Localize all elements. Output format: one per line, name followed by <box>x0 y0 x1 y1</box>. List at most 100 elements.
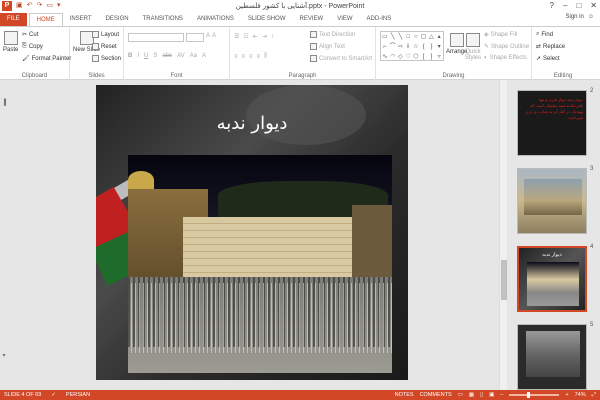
arrow-right-shape-icon[interactable]: ⇨ <box>397 42 405 52</box>
vertical-scrollbar[interactable] <box>499 80 507 390</box>
comments-button[interactable]: COMMENTS <box>420 390 452 400</box>
callout-shape-icon[interactable]: ◇ <box>397 52 405 62</box>
scroll-down-arrow-icon[interactable]: ▾ <box>0 352 8 359</box>
hex-shape-icon[interactable]: ⬡ <box>412 52 420 62</box>
slide-sorter-icon[interactable]: ▦ <box>469 390 474 400</box>
find-button[interactable]: ⌕ Find <box>536 31 553 38</box>
text-direction-button[interactable]: Text Direction <box>310 31 355 38</box>
rect-shape-icon[interactable]: □ <box>404 32 412 42</box>
reading-view-icon[interactable]: ▯ <box>480 390 483 400</box>
line-spacing-icon[interactable]: ↕ <box>271 34 274 40</box>
line2-shape-icon[interactable]: ╲ <box>397 32 405 42</box>
tab-home[interactable]: HOME <box>28 13 63 26</box>
convert-smartart-button[interactable]: Convert to SmartArt <box>310 55 372 62</box>
numbering-icon[interactable]: ☷ <box>243 33 248 40</box>
tab-add-ins[interactable]: ADD-INS <box>360 13 399 26</box>
select-button[interactable]: ➚ Select <box>536 55 560 63</box>
tab-view[interactable]: VIEW <box>330 13 359 26</box>
arrow-down-shape-icon[interactable]: ⇩ <box>404 42 412 52</box>
arc-shape-icon[interactable]: ◠ <box>389 52 397 62</box>
decrease-font-icon[interactable]: A <box>212 33 216 39</box>
increase-indent-icon[interactable]: ⇥ <box>262 33 267 40</box>
notes-button[interactable]: NOTES <box>395 390 414 400</box>
character-spacing-button[interactable]: AV <box>177 53 185 59</box>
strikethrough-button[interactable]: abc <box>162 53 172 59</box>
italic-button[interactable]: I <box>137 53 139 59</box>
bullets-icon[interactable]: ☰ <box>234 33 239 40</box>
bracket2-shape-icon[interactable]: ] <box>428 52 436 62</box>
oval-shape-icon[interactable]: ○ <box>412 32 420 42</box>
columns-icon[interactable]: ⫼ <box>264 53 267 60</box>
zoom-out-button[interactable]: – <box>500 390 503 400</box>
shape-fill-button[interactable]: ◈ Shape Fill <box>484 31 517 39</box>
slide-title[interactable]: دیوار ندبه <box>96 113 408 134</box>
shadow-button[interactable]: S <box>153 53 157 59</box>
reset-button[interactable]: Reset <box>92 43 117 50</box>
shapes-gallery[interactable]: ▭ ╲ ╲ □ ○ ▢ △ ▴ ⌐ ⌒ ⇨ ⇩ ☆ { } ▾ ∿ ◠ ◇ ♡ … <box>380 31 444 61</box>
underline-button[interactable]: U <box>144 53 148 59</box>
paste-button[interactable]: Paste <box>3 31 18 53</box>
slide-thumbnail-4[interactable]: دیوار ندبه <box>517 246 587 312</box>
gallery-up-icon[interactable]: ▴ <box>435 32 443 42</box>
replace-button[interactable]: ⇄ Replace <box>536 43 565 51</box>
tab-transitions[interactable]: TRANSITIONS <box>136 13 190 26</box>
bold-button[interactable]: B <box>128 53 132 59</box>
decrease-indent-icon[interactable]: ⇤ <box>253 33 258 40</box>
change-case-button[interactable]: Aa <box>190 53 197 59</box>
star-shape-icon[interactable]: ☆ <box>412 42 420 52</box>
align-center-icon[interactable]: ≡ <box>242 54 246 60</box>
fit-to-window-icon[interactable]: ⤢ <box>592 390 596 400</box>
increase-font-icon[interactable]: A <box>206 33 210 39</box>
quick-styles-button[interactable]: Quick Styles <box>464 33 482 61</box>
spellcheck-icon[interactable]: ✓ <box>51 390 56 400</box>
align-left-icon[interactable]: ≡ <box>234 54 238 60</box>
close-button[interactable]: ✕ <box>590 1 597 10</box>
elbow-shape-icon[interactable]: ⌐ <box>381 42 389 52</box>
zoom-slider-thumb[interactable] <box>527 392 531 398</box>
tab-insert[interactable]: INSERT <box>63 13 99 26</box>
font-size-combo[interactable] <box>186 33 204 42</box>
brace2-shape-icon[interactable]: } <box>428 42 436 52</box>
align-text-button[interactable]: Align Text <box>310 43 345 50</box>
signin-link[interactable]: Sign in <box>566 14 584 20</box>
format-painter-button[interactable]: 🖌 Format Painter <box>22 55 71 63</box>
shape-effects-button[interactable]: ◐ Shape Effects <box>484 55 527 61</box>
tab-design[interactable]: DESIGN <box>99 13 136 26</box>
font-color-button[interactable]: A <box>202 53 206 59</box>
zoom-slider[interactable] <box>509 392 560 398</box>
slideshow-view-icon[interactable]: ▣ <box>489 390 494 400</box>
section-button[interactable]: Section <box>92 55 121 62</box>
zoom-level[interactable]: 74% <box>575 390 586 400</box>
font-name-combo[interactable] <box>128 33 184 42</box>
bracket-shape-icon[interactable]: [ <box>420 52 428 62</box>
cut-button[interactable]: ✂ Cut <box>22 31 38 39</box>
tab-file[interactable]: FILE <box>0 13 27 26</box>
align-right-icon[interactable]: ≡ <box>249 54 253 60</box>
gallery-more-icon[interactable]: ▿ <box>435 52 443 62</box>
current-slide[interactable]: دیوار ندبه <box>96 85 408 380</box>
slide-thumbnail-3[interactable] <box>517 168 587 234</box>
language-indicator[interactable]: PERSIAN <box>66 390 90 400</box>
curve-shape-icon[interactable]: ⌒ <box>389 42 397 52</box>
help-button[interactable]: ? <box>550 1 554 10</box>
slide-thumbnail-2[interactable]: دیوار ندبه دیوار غربی و تنها باقی‌مانده … <box>517 90 587 156</box>
western-wall-photo[interactable] <box>128 155 392 373</box>
copy-button[interactable]: ⎘ Copy <box>22 43 43 50</box>
minimize-button[interactable]: – <box>563 1 567 10</box>
layout-button[interactable]: Layout <box>92 31 119 38</box>
wave-shape-icon[interactable]: ∿ <box>381 52 389 62</box>
justify-icon[interactable]: ≡ <box>257 54 261 60</box>
textbox-shape-icon[interactable]: ▭ <box>381 32 389 42</box>
collapse-pane-icon[interactable]: ▐ <box>0 100 8 106</box>
normal-view-icon[interactable]: ▭ <box>458 390 463 400</box>
maximize-button[interactable]: □ <box>576 1 581 10</box>
zoom-in-button[interactable]: + <box>565 390 568 400</box>
tab-animations[interactable]: ANIMATIONS <box>190 13 241 26</box>
rounded-rect-icon[interactable]: ▢ <box>420 32 428 42</box>
triangle-shape-icon[interactable]: △ <box>428 32 436 42</box>
tab-review[interactable]: REVIEW <box>293 13 331 26</box>
shape-outline-button[interactable]: ✎ Shape Outline <box>484 43 529 51</box>
gallery-down-icon[interactable]: ▾ <box>435 42 443 52</box>
slide-thumbnail-5[interactable] <box>517 324 587 390</box>
scrollbar-thumb[interactable] <box>501 260 507 300</box>
